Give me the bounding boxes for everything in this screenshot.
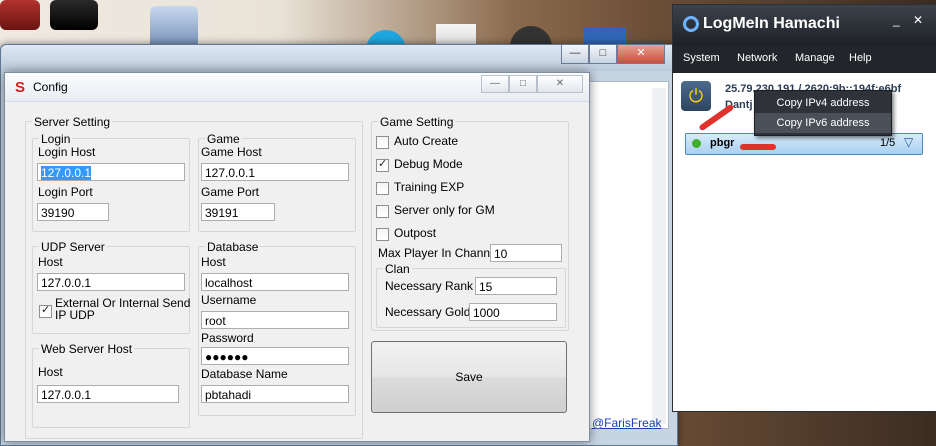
db-password-input[interactable]: ●●●●●● bbox=[201, 347, 349, 365]
udp-host-input[interactable]: 127.0.0.1 bbox=[37, 273, 185, 291]
necessary-gold-input[interactable]: 1000 bbox=[469, 303, 557, 321]
necessary-rank-input[interactable]: 15 bbox=[475, 277, 557, 295]
online-status-icon bbox=[692, 139, 701, 148]
database-group: Database Host localhost Username root Pa… bbox=[198, 240, 356, 416]
group-title: Web Server Host bbox=[39, 342, 135, 356]
red-underline-annotation bbox=[740, 144, 776, 150]
chevron-down-icon[interactable]: ▽ bbox=[904, 135, 913, 149]
config-minimize-button[interactable]: — bbox=[481, 75, 509, 93]
network-row[interactable]: pbgr 1/5 ▽ bbox=[685, 133, 923, 155]
network-count: 1/5 bbox=[880, 137, 896, 149]
hamachi-window: LogMeIn Hamachi _ ✕ System Network Manag… bbox=[672, 4, 936, 412]
window-title: Config bbox=[33, 80, 68, 94]
web-host-input[interactable]: 127.0.0.1 bbox=[37, 385, 179, 403]
db-password-label: Password bbox=[201, 331, 254, 345]
pointblank-icon[interactable] bbox=[50, 0, 98, 30]
copy-ipv4-menu-item[interactable]: Copy IPv4 address bbox=[755, 93, 891, 113]
hamachi-minimize-button[interactable]: _ bbox=[893, 13, 900, 27]
clan-group: Clan Necessary Rank 15 Necessary Gold 10… bbox=[376, 262, 566, 328]
game-host-input[interactable]: 127.0.0.1 bbox=[201, 163, 349, 181]
db-host-input[interactable]: localhost bbox=[201, 273, 349, 291]
db-username-input[interactable]: root bbox=[201, 311, 349, 329]
copy-ipv6-menu-item[interactable]: Copy IPv6 address bbox=[755, 113, 891, 133]
max-player-input[interactable]: 10 bbox=[490, 244, 562, 262]
power-icon[interactable]: ⏻ bbox=[681, 81, 711, 111]
max-player-label: Max Player In Channel bbox=[378, 246, 500, 260]
udp-send-checkbox[interactable] bbox=[39, 303, 52, 318]
outpost-label: Outpost bbox=[394, 226, 437, 240]
group-title: Login bbox=[39, 132, 73, 146]
config-close-button[interactable]: ✕ bbox=[537, 75, 583, 93]
login-host-label: Login Host bbox=[38, 145, 96, 159]
menu-network[interactable]: Network bbox=[737, 52, 777, 64]
config-maximize-button[interactable]: □ bbox=[509, 75, 537, 93]
login-port-label: Login Port bbox=[38, 185, 93, 199]
debug-mode-label: Debug Mode bbox=[394, 157, 463, 171]
db-name-input[interactable]: pbtahadi bbox=[201, 385, 349, 403]
web-server-group: Web Server Host Host 127.0.0.1 bbox=[32, 342, 190, 428]
server-setting-group: Server Setting Login Login Host 127.0.0.… bbox=[25, 115, 363, 439]
training-exp-checkbox[interactable] bbox=[376, 182, 389, 195]
maximize-button[interactable]: □ bbox=[589, 45, 617, 64]
auto-create-checkbox[interactable] bbox=[376, 136, 389, 149]
db-name-label: Database Name bbox=[201, 367, 288, 381]
login-host-input[interactable]: 127.0.0.1 bbox=[37, 163, 185, 181]
menu-manage[interactable]: Manage bbox=[795, 52, 835, 64]
minimize-button[interactable]: — bbox=[561, 45, 589, 64]
game-port-label: Game Port bbox=[201, 185, 260, 199]
config-titlebar: S Config — □ ✕ bbox=[5, 73, 589, 102]
gm-only-label: Server only for GM bbox=[394, 203, 495, 217]
game-setting-group: Game Setting Auto Create Debug Mode Trai… bbox=[371, 115, 569, 331]
db-host-label: Host bbox=[201, 255, 226, 269]
hamachi-titlebar: LogMeIn Hamachi _ ✕ bbox=[673, 5, 936, 45]
group-title: UDP Server bbox=[39, 240, 107, 254]
context-menu: Copy IPv4 address Copy IPv6 address bbox=[754, 90, 892, 136]
web-host-label: Host bbox=[38, 365, 63, 379]
group-title: Database bbox=[205, 240, 261, 254]
game-host-label: Game Host bbox=[201, 145, 262, 159]
hamachi-title: LogMeIn Hamachi bbox=[703, 15, 840, 32]
hamachi-close-button[interactable]: ✕ bbox=[913, 13, 923, 27]
necessary-gold-label: Necessary Gold bbox=[385, 305, 471, 319]
background-window-content bbox=[587, 81, 669, 429]
app-logo-icon: S bbox=[15, 79, 26, 96]
close-button[interactable]: ✕ bbox=[617, 45, 665, 64]
author-link[interactable]: @FarisFreak bbox=[592, 416, 662, 430]
udp-host-label: Host bbox=[38, 255, 63, 269]
group-title: Server Setting bbox=[32, 115, 113, 129]
debug-mode-checkbox[interactable] bbox=[376, 157, 389, 172]
login-group: Login Login Host 127.0.0.1 Login Port 39… bbox=[32, 132, 190, 232]
necessary-rank-label: Necessary Rank bbox=[385, 279, 474, 293]
group-title: Clan bbox=[383, 262, 412, 276]
network-name: pbgr bbox=[710, 137, 735, 149]
udp-server-group: UDP Server Host 127.0.0.1 External Or In… bbox=[32, 240, 191, 334]
hamachi-logo-icon bbox=[683, 16, 699, 32]
hamachi-menubar: System Network Manage Help bbox=[673, 45, 936, 73]
auto-create-label: Auto Create bbox=[394, 134, 459, 148]
outpost-checkbox[interactable] bbox=[376, 228, 389, 241]
login-port-input[interactable]: 39190 bbox=[37, 203, 109, 221]
db-username-label: Username bbox=[201, 293, 257, 307]
group-title: Game bbox=[205, 132, 242, 146]
training-exp-label: Training EXP bbox=[394, 180, 465, 194]
save-button[interactable]: Save bbox=[371, 341, 567, 413]
game-avatar-icon[interactable] bbox=[0, 0, 40, 30]
game-group: Game Game Host 127.0.0.1 Game Port 39191 bbox=[198, 132, 356, 232]
vertical-scrollbar[interactable] bbox=[652, 88, 666, 424]
menu-system[interactable]: System bbox=[683, 52, 720, 64]
config-window: S Config — □ ✕ Server Setting Login Logi… bbox=[4, 72, 590, 442]
menu-help[interactable]: Help bbox=[849, 52, 872, 64]
udp-send-label: External Or Internal Send IP UDP bbox=[55, 296, 191, 322]
gm-only-checkbox[interactable] bbox=[376, 205, 389, 218]
game-port-input[interactable]: 39191 bbox=[201, 203, 275, 221]
group-title: Game Setting bbox=[378, 115, 456, 129]
